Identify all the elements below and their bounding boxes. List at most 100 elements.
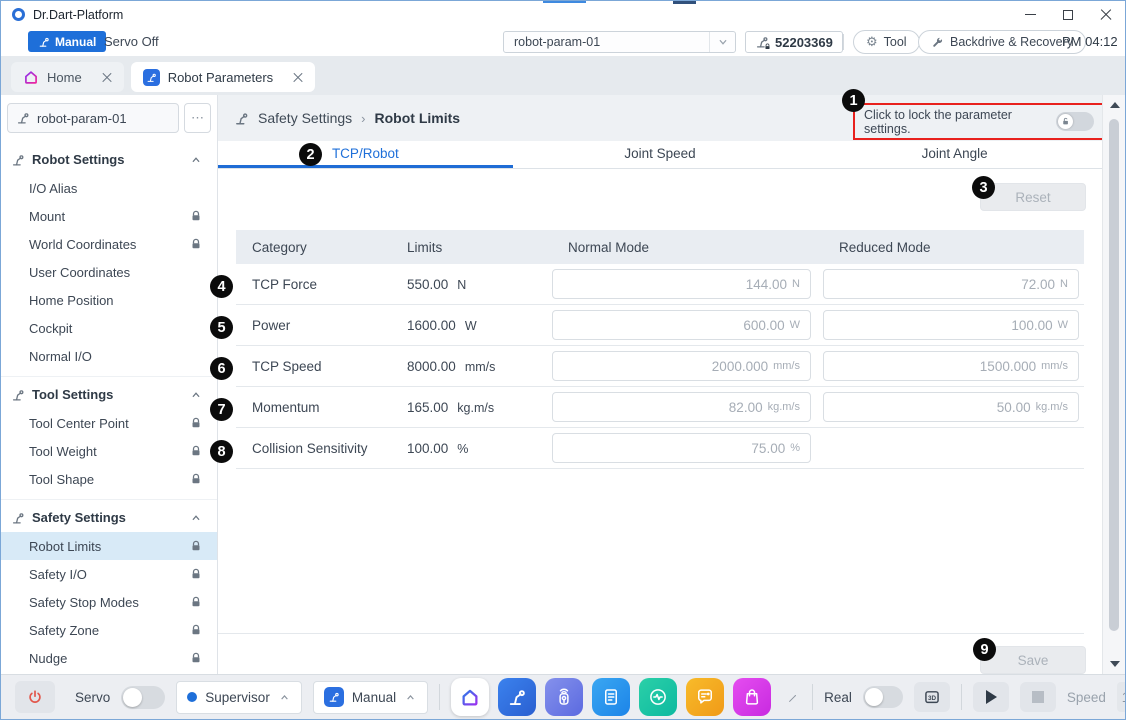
simulator-3d-button[interactable] xyxy=(914,682,950,712)
limits-table: Category Limits Normal Mode Reduced Mode… xyxy=(236,230,1084,469)
breadcrumb-current: Robot Limits xyxy=(375,110,461,126)
sidebar-item-tool-center-point[interactable]: Tool Center Point xyxy=(1,409,217,437)
sidebar-item-normal-io[interactable]: Normal I/O xyxy=(1,342,217,370)
sidebar-item-nudge[interactable]: Nudge xyxy=(1,644,217,672)
section-header-tool-settings[interactable]: Tool Settings xyxy=(1,380,217,409)
sidebar-item-tool-weight[interactable]: Tool Weight xyxy=(1,437,217,465)
column-header-limits: Limits xyxy=(391,240,552,255)
sidebar-item-label: I/O Alias xyxy=(29,181,77,196)
sidebar-item-user-coordinates[interactable]: User Coordinates xyxy=(1,258,217,286)
sidebar-item-home-position[interactable]: Home Position xyxy=(1,286,217,314)
home-icon xyxy=(23,69,39,85)
tab-close-icon[interactable] xyxy=(102,72,112,82)
robot-serial-box[interactable]: 52203369 xyxy=(745,31,843,53)
dock-store-icon[interactable] xyxy=(733,678,771,716)
lock-icon xyxy=(190,540,202,552)
tab-joint-angle[interactable]: Joint Angle xyxy=(807,141,1102,168)
input-value: 2000.000 xyxy=(712,359,768,374)
lock-icon xyxy=(190,473,202,485)
tab-joint-speed[interactable]: Joint Speed xyxy=(513,141,808,168)
reduced-mode-input[interactable]: 1500.000mm/s xyxy=(823,351,1079,381)
reduced-mode-input[interactable]: 100.00W xyxy=(823,310,1079,340)
tab-close-icon[interactable] xyxy=(293,72,303,82)
sidebar-item-cockpit[interactable]: Cockpit xyxy=(1,314,217,342)
app-dock xyxy=(451,678,771,716)
reduced-mode-input[interactable]: 72.00N xyxy=(823,269,1079,299)
reduced-mode-input[interactable]: 50.00kg.m/s xyxy=(823,392,1079,422)
dock-robot-params-icon[interactable] xyxy=(498,678,536,716)
robot-param-select[interactable]: robot-param-01 xyxy=(503,31,736,53)
parameter-lock-toggle[interactable] xyxy=(1056,112,1094,131)
title-bar: Dr.Dart-Platform xyxy=(1,1,1125,28)
input-unit: kg.m/s xyxy=(768,401,800,413)
maximize-button[interactable] xyxy=(1049,1,1087,28)
dock-monitoring-icon[interactable] xyxy=(639,678,677,716)
scroll-up-arrow-icon[interactable] xyxy=(1110,102,1120,108)
tool-button[interactable]: ⚙ Tool xyxy=(853,30,920,54)
user-role-select[interactable]: Supervisor xyxy=(176,681,302,714)
sidebar-item-safety-zone[interactable]: Safety Zone xyxy=(1,616,217,644)
normal-mode-input[interactable]: 82.00kg.m/s xyxy=(552,392,811,422)
section-header-robot-settings[interactable]: Robot Settings xyxy=(1,145,217,174)
tab-tcp-robot[interactable]: TCP/Robot xyxy=(218,141,513,168)
limit-unit: W xyxy=(465,319,477,333)
param-name-input[interactable]: robot-param-01 xyxy=(7,103,179,133)
sidebar: robot-param-01 ⋯ Robot Settings I/O Alia… xyxy=(1,95,218,674)
dock-expand-chevron-icon[interactable] xyxy=(789,695,796,702)
manual-mode-badge[interactable]: Manual xyxy=(28,31,106,52)
minimize-button[interactable] xyxy=(1011,1,1049,28)
speed-label: Speed xyxy=(1067,690,1106,705)
scrollbar-thumb[interactable] xyxy=(1109,119,1119,631)
stop-icon xyxy=(1032,691,1044,703)
tab-home[interactable]: Home xyxy=(11,62,124,92)
sidebar-item-label: World Coordinates xyxy=(29,237,136,252)
reset-button[interactable]: Reset xyxy=(980,183,1086,211)
sidebar-item-io-alias[interactable]: I/O Alias xyxy=(1,174,217,202)
sidebar-item-label: Tool Weight xyxy=(29,444,97,459)
input-value: 100.00 xyxy=(1011,318,1052,333)
sidebar-header: robot-param-01 ⋯ xyxy=(1,103,217,133)
annotation-badge-3: 3 xyxy=(972,176,995,199)
row-limit: 100.00% xyxy=(391,441,552,456)
sidebar-item-tool-shape[interactable]: Tool Shape xyxy=(1,465,217,493)
backdrive-recovery-button[interactable]: Backdrive & Recovery xyxy=(918,30,1086,54)
dock-home-icon[interactable] xyxy=(451,678,489,716)
normal-mode-input[interactable]: 75.00% xyxy=(552,433,811,463)
section-header-safety-settings[interactable]: Safety Settings xyxy=(1,503,217,532)
sidebar-item-robot-limits[interactable]: Robot Limits xyxy=(1,532,217,560)
gear-icon: ⚙ xyxy=(866,36,878,49)
operation-mode-select[interactable]: Manual xyxy=(313,681,428,714)
normal-mode-input[interactable]: 144.00N xyxy=(552,269,811,299)
sidebar-item-mount[interactable]: Mount xyxy=(1,202,217,230)
table-header-row: Category Limits Normal Mode Reduced Mode xyxy=(236,230,1084,264)
dock-task-editor-icon[interactable] xyxy=(592,678,630,716)
more-options-button[interactable]: ⋯ xyxy=(184,103,211,133)
section-title: Safety Settings xyxy=(32,510,126,525)
dock-jog-icon[interactable] xyxy=(545,678,583,716)
stop-button[interactable] xyxy=(1020,682,1056,712)
play-button[interactable] xyxy=(973,682,1009,712)
limits-panel: Reset Category Limits Normal Mode Reduce… xyxy=(218,169,1102,674)
speed-value-box[interactable]: 100 % xyxy=(1117,682,1126,712)
scroll-down-arrow-icon[interactable] xyxy=(1110,661,1120,667)
limit-value: 100.00 xyxy=(407,441,448,456)
close-button[interactable] xyxy=(1087,1,1125,28)
tab-robot-parameters[interactable]: Robot Parameters xyxy=(131,62,316,92)
sidebar-item-safety-stop-modes[interactable]: Safety Stop Modes xyxy=(1,588,217,616)
power-button[interactable] xyxy=(15,681,55,713)
normal-mode-input[interactable]: 2000.000mm/s xyxy=(552,351,811,381)
robot-icon xyxy=(38,36,50,48)
servo-toggle[interactable] xyxy=(121,686,165,709)
param-name-value: robot-param-01 xyxy=(37,111,127,126)
sidebar-item-world-coordinates[interactable]: World Coordinates xyxy=(1,230,217,258)
real-toggle[interactable] xyxy=(863,686,903,708)
vertical-scrollbar[interactable] xyxy=(1102,95,1125,674)
sidebar-item-safety-io[interactable]: Safety I/O xyxy=(1,560,217,588)
sidebar-section-tool-settings: Tool Settings Tool Center Point Tool Wei… xyxy=(1,376,217,499)
dock-message-icon[interactable] xyxy=(686,678,724,716)
sidebar-item-label: Normal I/O xyxy=(29,349,92,364)
operation-mode-value: Manual xyxy=(352,690,396,705)
close-icon xyxy=(1100,9,1112,21)
user-role-value: Supervisor xyxy=(205,690,270,705)
normal-mode-input[interactable]: 600.00W xyxy=(552,310,811,340)
